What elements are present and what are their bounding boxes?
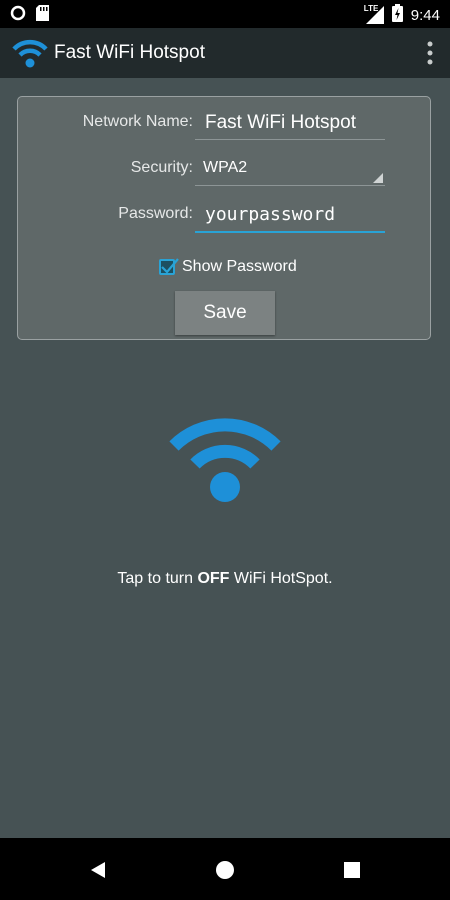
show-password-checkbox[interactable] [159,258,179,275]
hint-suffix: WiFi HotSpot. [229,570,333,587]
security-value: WPA2 [203,159,248,176]
network-name-value: Fast WiFi Hotspot [205,112,356,133]
battery-charging-icon [391,4,403,26]
signal-icon: LTE [363,4,384,24]
navigation-bar [0,838,450,900]
show-password-toggle[interactable]: Show Password [159,257,297,277]
hint-emphasis: OFF [197,570,230,587]
security-row: Security: WPA2 [18,147,432,187]
wifi-icon [12,35,48,71]
app-bar: Fast WiFi Hotspot [0,28,450,78]
show-password-label: Show Password [182,258,297,275]
back-icon[interactable] [88,860,108,880]
security-label: Security: [130,159,193,176]
dropdown-arrow-icon [373,173,383,183]
clock: 9:44 [410,6,440,24]
app-title: Fast WiFi Hotspot [54,42,205,63]
hotspot-hint: Tap to turn OFF WiFi HotSpot. [0,570,450,588]
network-name-field[interactable]: Fast WiFi Hotspot [195,103,385,140]
hotspot-toggle-button[interactable] [168,410,282,506]
wifi-icon [169,418,281,502]
password-row: Password: yourpassword [18,193,432,233]
network-type-label: LTE [363,4,379,13]
password-label: Password: [118,205,193,222]
checkmark-icon [161,258,179,274]
recents-icon[interactable] [342,860,362,880]
save-button[interactable]: Save [175,291,275,335]
network-name-row: Network Name: Fast WiFi Hotspot [18,101,432,141]
security-select[interactable]: WPA2 [195,149,385,186]
status-bar: LTE 9:44 [0,0,450,28]
home-icon[interactable] [215,860,235,880]
password-field[interactable]: yourpassword [195,195,385,233]
hint-prefix: Tap to turn [117,570,198,587]
sd-card-icon [36,5,49,26]
password-value: yourpassword [205,204,336,225]
notification-circle-icon [10,5,26,26]
network-name-label: Network Name: [82,113,193,130]
overflow-menu-icon[interactable] [424,40,436,66]
hotspot-settings-card: Network Name: Fast WiFi Hotspot Security… [17,96,431,340]
